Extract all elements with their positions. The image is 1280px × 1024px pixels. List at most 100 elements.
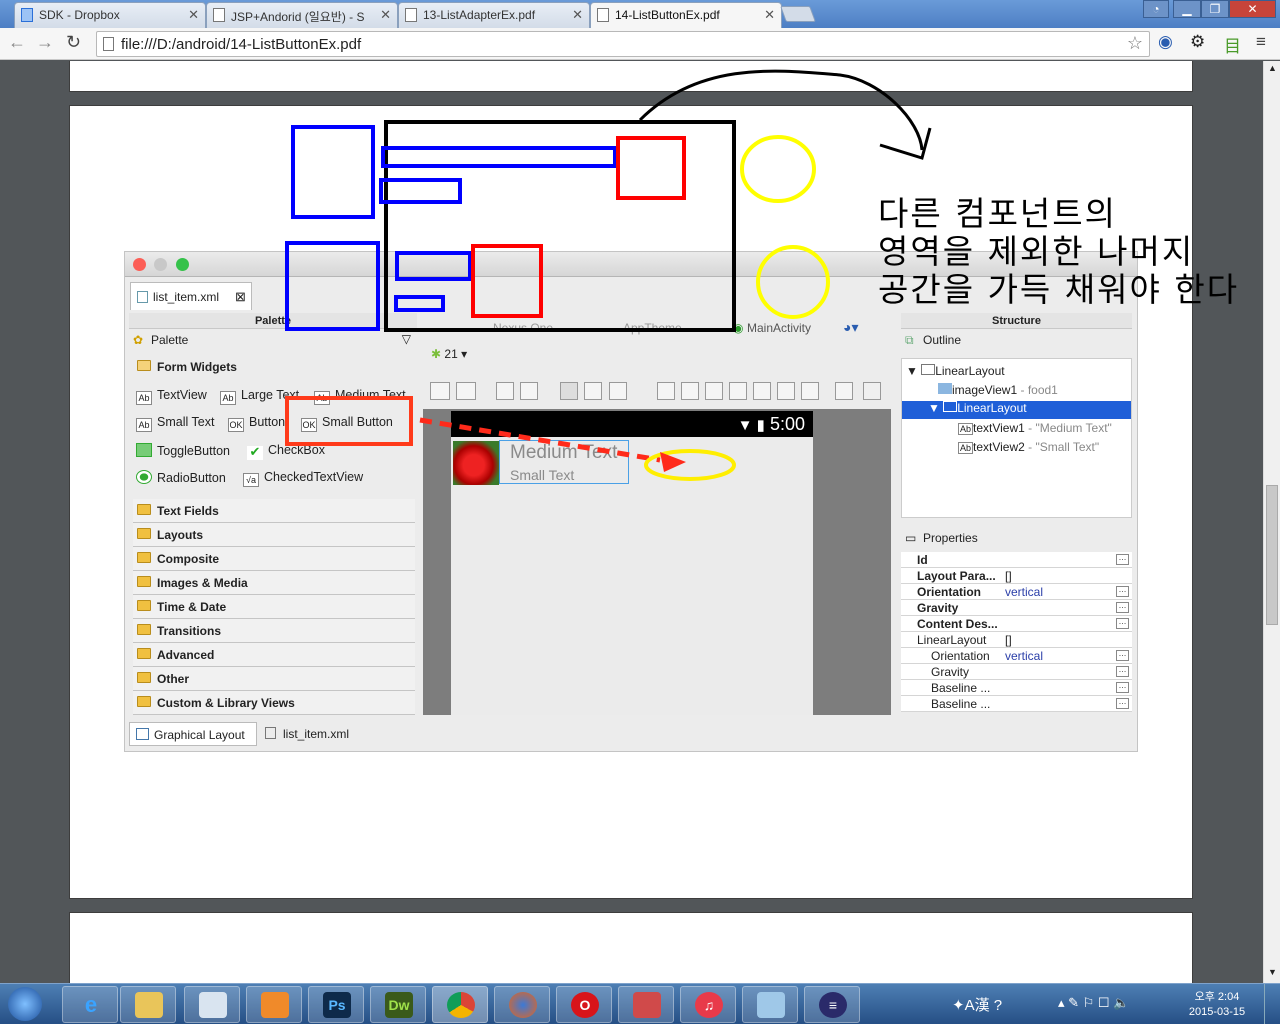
- taskbar-dreamweaver[interactable]: Dw: [370, 986, 426, 1023]
- property-row[interactable]: Orientation vertical…: [901, 584, 1132, 600]
- zoom-icon[interactable]: [753, 382, 771, 400]
- vertical-scrollbar[interactable]: ▲ ▼: [1263, 61, 1280, 983]
- palette-group[interactable]: Time & Date: [133, 595, 415, 619]
- taskbar-app[interactable]: [618, 986, 674, 1023]
- tab-graphical-layout[interactable]: Graphical Layout: [129, 722, 257, 746]
- user-icon[interactable]: ◔: [1143, 0, 1169, 18]
- palette-group[interactable]: Other: [133, 667, 415, 691]
- taskbar-search[interactable]: [184, 986, 240, 1023]
- zoom-icon[interactable]: [801, 382, 819, 400]
- palette-group[interactable]: Images & Media: [133, 571, 415, 595]
- layout-canvas[interactable]: ▼ ▮ 5:00 Medium Text Small Text: [423, 409, 891, 715]
- forward-icon[interactable]: →: [36, 32, 54, 53]
- property-value[interactable]: []: [1005, 633, 1012, 647]
- reload-icon[interactable]: ↻: [66, 32, 81, 53]
- tab-jsp-android[interactable]: JSP+Andorid (일요반) - S ✕: [206, 2, 398, 28]
- globe-icon[interactable]: ◉: [1158, 32, 1173, 52]
- minimize-button[interactable]: ▁: [1173, 0, 1201, 18]
- widget-small-text[interactable]: Ab Small Text: [136, 415, 214, 432]
- widget-textview[interactable]: Ab TextView: [136, 388, 207, 405]
- more-icon[interactable]: …: [1116, 554, 1129, 565]
- device-selector[interactable]: Nexus One: [493, 321, 553, 335]
- system-clock[interactable]: 오후 2:04 2015-03-15: [1187, 990, 1247, 1020]
- address-bar[interactable]: file:///D:/android/14-ListButtonEx.pdf ☆: [96, 31, 1150, 57]
- more-icon[interactable]: …: [1116, 618, 1129, 629]
- fill-width-icon[interactable]: [496, 382, 514, 400]
- show-desktop-button[interactable]: [1264, 984, 1280, 1024]
- new-tab-button[interactable]: [780, 6, 816, 22]
- more-icon[interactable]: …: [1116, 666, 1129, 677]
- widget-checkedtextview[interactable]: √a CheckedTextView: [243, 470, 363, 487]
- address-text[interactable]: file:///D:/android/14-ListButtonEx.pdf: [121, 36, 361, 53]
- menu-icon[interactable]: ≡: [1256, 32, 1266, 52]
- widget-button[interactable]: OK Button: [228, 415, 290, 432]
- taskbar-opera[interactable]: O: [556, 986, 612, 1023]
- chevron-down-icon[interactable]: ▽: [402, 332, 411, 346]
- extension-icon[interactable]: 目: [1224, 32, 1241, 57]
- palette-group[interactable]: Layouts: [133, 523, 415, 547]
- widget-togglebutton[interactable]: ToggleButton: [136, 443, 230, 458]
- palette-group[interactable]: Transitions: [133, 619, 415, 643]
- taskbar-notes[interactable]: [742, 986, 798, 1023]
- close-icon[interactable]: ⊠: [235, 289, 246, 305]
- theme-selector[interactable]: AppTheme: [623, 321, 682, 335]
- scroll-down-icon[interactable]: ▼: [1268, 967, 1277, 977]
- palette-group-form-widgets[interactable]: Form Widgets: [133, 355, 415, 379]
- tab-listbuttonex[interactable]: 14-ListButtonEx.pdf ✕: [590, 2, 782, 28]
- selected-linear-layout[interactable]: Medium Text Small Text: [499, 440, 629, 484]
- start-button[interactable]: [2, 985, 46, 1024]
- taskbar-chrome[interactable]: [432, 986, 488, 1023]
- property-row[interactable]: Content Des...…: [901, 616, 1132, 632]
- zoom-icon[interactable]: [657, 382, 675, 400]
- editor-tab-list-item[interactable]: list_item.xml ⊠: [130, 282, 252, 310]
- zoom-icon[interactable]: [777, 382, 795, 400]
- more-icon[interactable]: …: [1116, 602, 1129, 613]
- tab-listadapterex[interactable]: 13-ListAdapterEx.pdf ✕: [398, 2, 590, 28]
- more-icon[interactable]: …: [1116, 698, 1129, 709]
- fill-height-icon[interactable]: [520, 382, 538, 400]
- outline-tree[interactable]: ▼ LinearLayout imageView1 - food1 ▼ Line…: [901, 358, 1132, 518]
- fit-width-icon[interactable]: [835, 382, 853, 400]
- window-close-button[interactable]: ✕: [1229, 0, 1276, 18]
- scroll-thumb[interactable]: [1266, 485, 1278, 625]
- ime-icon[interactable]: ✦A漢 ?: [952, 994, 1002, 1015]
- close-icon[interactable]: ✕: [764, 7, 775, 23]
- palette-group[interactable]: Text Fields: [133, 499, 415, 523]
- close-icon[interactable]: ✕: [380, 7, 391, 23]
- activity-selector[interactable]: MainActivity: [747, 321, 811, 335]
- property-row[interactable]: Baseline ...…: [901, 696, 1132, 712]
- zoom-icon[interactable]: [681, 382, 699, 400]
- api-level-selector[interactable]: ✱ 21 ▾: [431, 347, 467, 361]
- gear-icon[interactable]: ⚙: [1190, 32, 1205, 52]
- back-icon[interactable]: ←: [8, 32, 26, 53]
- margins-icon[interactable]: [584, 382, 602, 400]
- scroll-up-icon[interactable]: ▲: [1268, 63, 1277, 73]
- more-icon[interactable]: …: [1116, 682, 1129, 693]
- layout-toggle-icon[interactable]: [430, 382, 450, 400]
- taskbar-itunes[interactable]: ♫: [680, 986, 736, 1023]
- palette-group[interactable]: Composite: [133, 547, 415, 571]
- gravity-icon[interactable]: [609, 382, 627, 400]
- baseline-icon[interactable]: [560, 382, 578, 400]
- tree-item-linearlayout[interactable]: ▼ LinearLayout: [906, 364, 1005, 378]
- taskbar-photoshop[interactable]: Ps: [308, 986, 364, 1023]
- property-row[interactable]: Layout Para... []: [901, 568, 1132, 584]
- taskbar-explorer[interactable]: [120, 986, 176, 1023]
- fit-height-icon[interactable]: [863, 382, 881, 400]
- taskbar-media-player[interactable]: [246, 986, 302, 1023]
- tray-icons[interactable]: ▴ ✎ ⚐ ☐ 🔈: [1058, 995, 1129, 1011]
- property-row[interactable]: LinearLayout []: [901, 632, 1132, 648]
- bookmark-star-icon[interactable]: ☆: [1127, 33, 1143, 54]
- taskbar-ie[interactable]: e: [62, 986, 118, 1023]
- restore-button[interactable]: ❐: [1201, 0, 1229, 18]
- zoom-icon[interactable]: [729, 382, 747, 400]
- tab-list-item-xml[interactable]: list_item.xml: [259, 722, 359, 746]
- widget-small-button[interactable]: OK Small Button: [301, 415, 393, 432]
- zoom-icon[interactable]: [705, 382, 723, 400]
- tree-item-textview1[interactable]: Ab textView1 - "Medium Text": [958, 421, 1112, 435]
- small-text-view[interactable]: Small Text: [510, 467, 574, 483]
- property-value[interactable]: []: [1005, 569, 1012, 583]
- widget-checkbox[interactable]: ✔ CheckBox: [247, 443, 325, 460]
- widget-large-text[interactable]: Ab Large Text: [220, 388, 299, 405]
- property-row[interactable]: Gravity…: [901, 600, 1132, 616]
